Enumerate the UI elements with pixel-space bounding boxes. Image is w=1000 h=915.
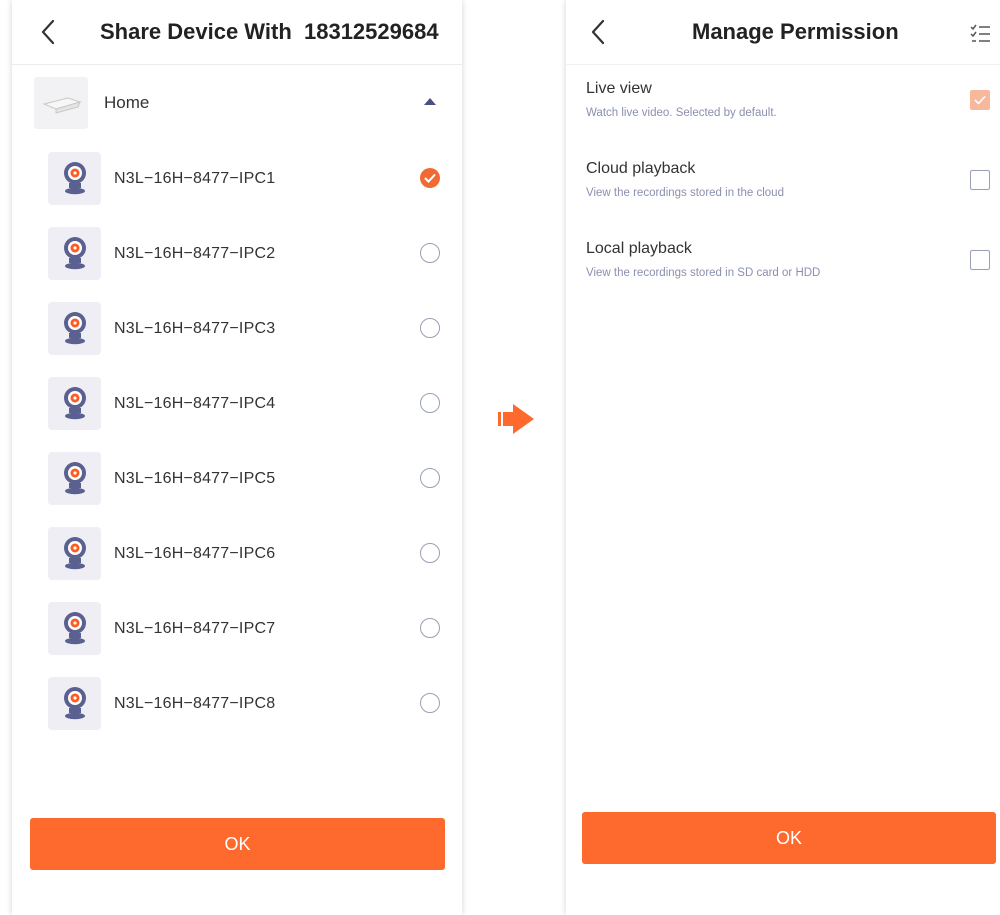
device-name: N3L−16H−8477−IPC1 <box>114 170 276 187</box>
permission-description: View the recordings stored in SD card or… <box>586 267 821 279</box>
device-radio[interactable] <box>420 543 440 563</box>
device-thumbnail <box>48 227 101 280</box>
device-row[interactable]: N3L−16H−8477−IPC1 <box>12 142 462 217</box>
page-title: Share Device With 18312529684 <box>100 19 439 44</box>
router-icon <box>42 97 82 114</box>
permission-checkbox[interactable] <box>970 90 990 110</box>
check-icon <box>974 95 986 105</box>
device-thumbnail <box>48 452 101 505</box>
device-row[interactable]: N3L−16H−8477−IPC8 <box>12 667 462 742</box>
permission-row[interactable]: Local playback View the recordings stored… <box>566 226 1000 306</box>
group-label: Home <box>104 93 150 112</box>
device-row[interactable]: N3L−16H−8477−IPC4 <box>12 367 462 442</box>
share-device-screen: Share Device With 18312529684 Home N3L−1… <box>12 0 462 915</box>
device-name: N3L−16H−8477−IPC4 <box>114 395 276 412</box>
chevron-left-icon <box>591 19 605 45</box>
arrow-right-icon <box>498 404 534 434</box>
checklist-icon[interactable] <box>970 22 992 44</box>
permission-title: Local playback <box>586 240 692 257</box>
ok-button[interactable]: OK <box>582 812 996 864</box>
manage-permission-screen: Manage Permission Live view Watch live vi… <box>566 0 1000 915</box>
caret-up-icon[interactable] <box>424 98 436 105</box>
device-radio[interactable] <box>420 618 440 638</box>
device-row[interactable]: N3L−16H−8477−IPC2 <box>12 217 462 292</box>
device-radio[interactable] <box>420 693 440 713</box>
header: Manage Permission <box>566 0 1000 65</box>
device-thumbnail <box>48 377 101 430</box>
device-name: N3L−16H−8477−IPC5 <box>114 470 276 487</box>
device-radio[interactable] <box>420 243 440 263</box>
permission-title: Cloud playback <box>586 160 696 177</box>
device-thumbnail <box>48 152 101 205</box>
device-thumbnail <box>48 527 101 580</box>
group-header-home[interactable]: Home <box>12 68 462 138</box>
device-radio[interactable] <box>420 468 440 488</box>
device-thumbnail <box>48 677 101 730</box>
device-name: N3L−16H−8477−IPC2 <box>114 245 276 262</box>
home-thumbnail <box>34 77 88 129</box>
device-name: N3L−16H−8477−IPC6 <box>114 545 276 562</box>
permission-row[interactable]: Live view Watch live video. Selected by d… <box>566 66 1000 146</box>
device-name: N3L−16H−8477−IPC7 <box>114 620 276 637</box>
page-title: Manage Permission <box>692 19 899 44</box>
permission-checkbox[interactable] <box>970 170 990 190</box>
device-radio[interactable] <box>420 168 440 188</box>
chevron-left-icon <box>41 19 55 45</box>
ok-button[interactable]: OK <box>30 818 445 870</box>
back-button[interactable] <box>580 14 616 50</box>
check-icon <box>424 173 436 183</box>
device-row[interactable]: N3L−16H−8477−IPC7 <box>12 592 462 667</box>
device-row[interactable]: N3L−16H−8477−IPC3 <box>12 292 462 367</box>
back-button[interactable] <box>30 14 66 50</box>
device-radio[interactable] <box>420 318 440 338</box>
device-thumbnail <box>48 602 101 655</box>
header: Share Device With 18312529684 <box>12 0 462 65</box>
device-name: N3L−16H−8477−IPC8 <box>114 695 276 712</box>
permission-title: Live view <box>586 80 652 97</box>
device-thumbnail <box>48 302 101 355</box>
device-radio[interactable] <box>420 393 440 413</box>
device-row[interactable]: N3L−16H−8477−IPC5 <box>12 442 462 517</box>
permission-row[interactable]: Cloud playback View the recordings stored… <box>566 146 1000 226</box>
device-name: N3L−16H−8477−IPC3 <box>114 320 276 337</box>
device-row[interactable]: N3L−16H−8477−IPC6 <box>12 517 462 592</box>
permission-description: View the recordings stored in the cloud <box>586 187 784 199</box>
permission-description: Watch live video. Selected by default. <box>586 107 777 119</box>
permission-checkbox[interactable] <box>970 250 990 270</box>
